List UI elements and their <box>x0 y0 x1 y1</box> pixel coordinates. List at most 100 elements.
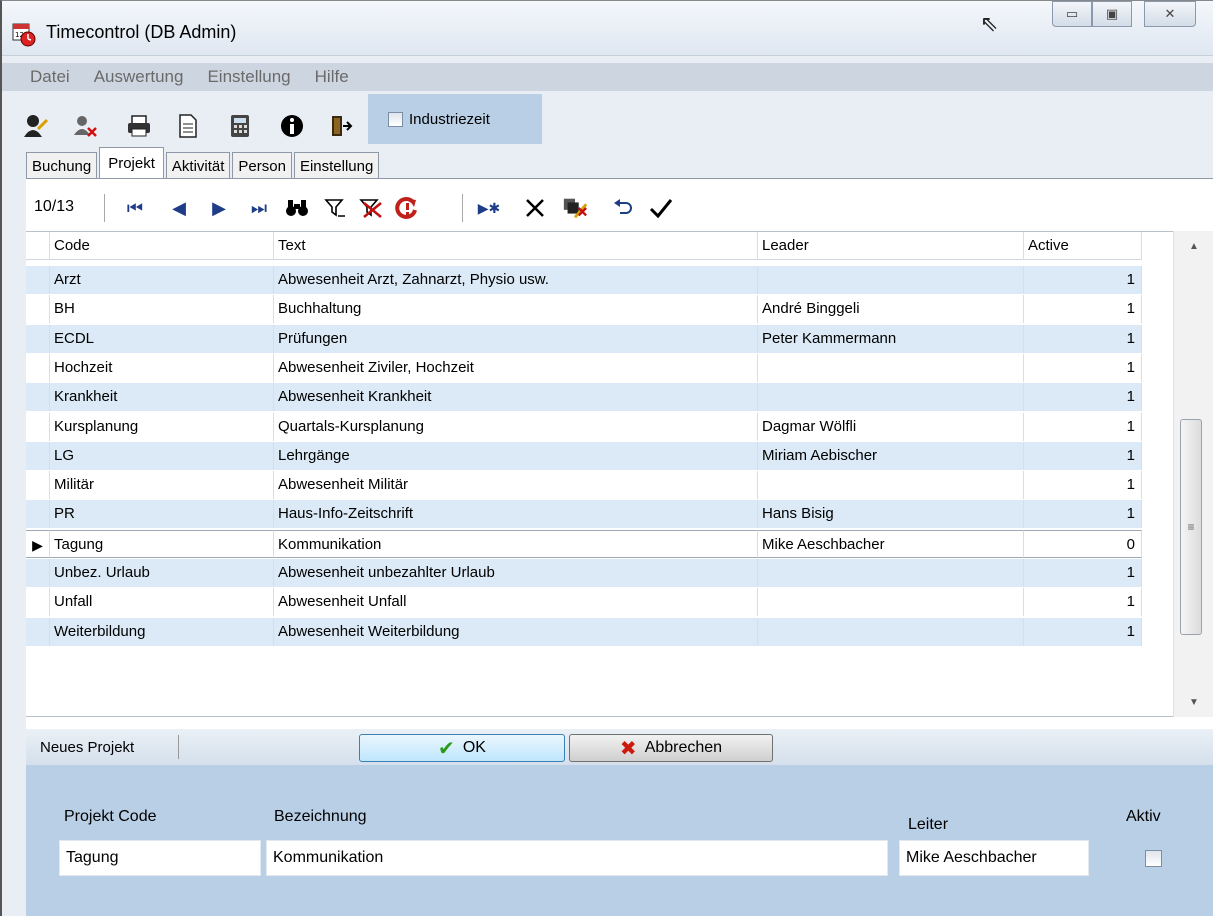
cell-code[interactable]: Weiterbildung <box>50 617 274 646</box>
bezeichnung-field[interactable]: Kommunikation <box>266 840 888 876</box>
row-selector[interactable] <box>26 266 50 294</box>
table-row[interactable]: Krankheit Abwesenheit Krankheit 1 <box>26 383 1142 412</box>
leiter-field[interactable]: Mike Aeschbacher <box>899 840 1089 876</box>
cell-leader[interactable]: Peter Kammermann <box>758 324 1024 353</box>
cell-leader[interactable]: André Binggeli <box>758 295 1024 324</box>
row-selector[interactable] <box>26 295 50 324</box>
cell-leader[interactable] <box>758 471 1024 500</box>
cell-text[interactable]: Kommunikation <box>274 529 758 558</box>
tab-einstellung[interactable]: Einstellung <box>293 152 380 179</box>
table-row[interactable]: Weiterbildung Abwesenheit Weiterbildung 1 <box>26 617 1142 646</box>
user-edit-icon[interactable] <box>22 113 48 139</box>
find-icon[interactable] <box>284 194 310 222</box>
tab-projekt[interactable]: Projekt <box>99 147 164 179</box>
document-icon[interactable] <box>175 113 201 139</box>
column-header-code[interactable]: Code <box>50 232 274 260</box>
table-row[interactable]: BH Buchhaltung André Binggeli 1 <box>26 295 1142 324</box>
row-selector[interactable] <box>26 617 50 646</box>
new-record-icon[interactable]: ▶✱ <box>476 194 502 222</box>
refresh-icon[interactable] <box>394 194 420 222</box>
cell-active[interactable]: 1 <box>1024 324 1142 353</box>
cell-active[interactable]: 1 <box>1024 295 1142 324</box>
cell-active[interactable]: 1 <box>1024 412 1142 441</box>
cell-leader[interactable]: Dagmar Wölfli <box>758 412 1024 441</box>
aktiv-checkbox[interactable] <box>1145 850 1162 867</box>
cell-code[interactable]: Unbez. Urlaub <box>50 559 274 587</box>
cell-text[interactable]: Haus-Info-Zeitschrift <box>274 500 758 529</box>
menu-einstellung[interactable]: Einstellung <box>207 67 290 87</box>
row-selector[interactable] <box>26 500 50 529</box>
cell-active[interactable]: 1 <box>1024 617 1142 646</box>
cell-text[interactable]: Quartals-Kursplanung <box>274 412 758 441</box>
maximize-button[interactable]: ▣ <box>1092 1 1132 27</box>
user-delete-icon[interactable] <box>72 113 98 139</box>
edit-fields-icon[interactable] <box>562 194 588 222</box>
printer-icon[interactable] <box>126 113 152 139</box>
ok-button[interactable]: ✔ OK <box>359 734 565 762</box>
cell-active[interactable]: 1 <box>1024 559 1142 587</box>
menu-hilfe[interactable]: Hilfe <box>315 67 349 87</box>
cell-active[interactable]: 1 <box>1024 471 1142 500</box>
cell-code[interactable]: LG <box>50 441 274 470</box>
row-selector[interactable] <box>26 559 50 587</box>
cell-code[interactable]: Kursplanung <box>50 412 274 441</box>
cell-active[interactable]: 1 <box>1024 353 1142 382</box>
tab-person[interactable]: Person <box>232 152 292 179</box>
industriezeit-toggle[interactable]: Industriezeit <box>368 94 542 144</box>
column-header-text[interactable]: Text <box>274 232 758 260</box>
cell-leader[interactable]: Miriam Aebischer <box>758 441 1024 470</box>
cell-leader[interactable] <box>758 588 1024 617</box>
filter-icon[interactable] <box>322 194 348 222</box>
table-row[interactable]: ▶ Tagung Kommunikation Mike Aeschbacher 0 <box>26 529 1142 558</box>
table-row[interactable]: Unbez. Urlaub Abwesenheit unbezahlter Url… <box>26 559 1142 587</box>
exit-door-icon[interactable] <box>328 113 354 139</box>
cell-code[interactable]: Arzt <box>50 266 274 294</box>
cell-active[interactable]: 1 <box>1024 441 1142 470</box>
save-check-icon[interactable] <box>648 194 674 222</box>
previous-record-icon[interactable]: ◀ <box>166 194 192 222</box>
grid-vertical-scrollbar[interactable]: ▲ ≡ ▼ <box>1173 231 1213 717</box>
cell-code[interactable]: Krankheit <box>50 383 274 412</box>
cell-text[interactable]: Abwesenheit Ziviler, Hochzeit <box>274 353 758 382</box>
close-button[interactable]: ✕ <box>1144 1 1196 27</box>
cell-text[interactable]: Prüfungen <box>274 324 758 353</box>
row-selector[interactable] <box>26 588 50 617</box>
column-header-active[interactable]: Active <box>1024 232 1142 260</box>
row-selector[interactable] <box>26 471 50 500</box>
cell-text[interactable]: Abwesenheit Unfall <box>274 588 758 617</box>
tab-buchung[interactable]: Buchung <box>26 152 98 179</box>
cell-text[interactable]: Abwesenheit Arzt, Zahnarzt, Physio usw. <box>274 266 758 294</box>
clear-filter-icon[interactable] <box>358 194 384 222</box>
table-row[interactable]: Arzt Abwesenheit Arzt, Zahnarzt, Physio u… <box>26 266 1142 294</box>
next-record-icon[interactable]: ▶ <box>206 194 232 222</box>
table-row[interactable]: Militär Abwesenheit Militär 1 <box>26 471 1142 500</box>
row-selector[interactable] <box>26 353 50 382</box>
menu-datei[interactable]: Datei <box>30 67 70 87</box>
projekt-code-field[interactable]: Tagung <box>59 840 261 876</box>
cell-code[interactable]: PR <box>50 500 274 529</box>
cell-code[interactable]: Unfall <box>50 588 274 617</box>
cell-text[interactable]: Abwesenheit Weiterbildung <box>274 617 758 646</box>
delete-record-icon[interactable] <box>522 194 548 222</box>
cell-text[interactable]: Abwesenheit Krankheit <box>274 383 758 412</box>
undo-icon[interactable] <box>610 194 636 222</box>
row-selector[interactable] <box>26 412 50 441</box>
cell-leader[interactable] <box>758 353 1024 382</box>
row-selector[interactable]: ▶ <box>26 529 50 558</box>
cell-active[interactable]: 1 <box>1024 500 1142 529</box>
cell-active[interactable]: 0 <box>1024 529 1142 558</box>
industriezeit-checkbox[interactable] <box>388 111 403 127</box>
minimize-button[interactable]: ▭ <box>1052 1 1092 27</box>
table-row[interactable]: Unfall Abwesenheit Unfall 1 <box>26 588 1142 617</box>
cell-code[interactable]: Tagung <box>50 529 274 558</box>
row-selector[interactable] <box>26 441 50 470</box>
cell-leader[interactable] <box>758 559 1024 587</box>
cell-leader[interactable] <box>758 617 1024 646</box>
table-row[interactable]: Hochzeit Abwesenheit Ziviler, Hochzeit 1 <box>26 353 1142 382</box>
cell-active[interactable]: 1 <box>1024 266 1142 294</box>
cell-text[interactable]: Abwesenheit Militär <box>274 471 758 500</box>
table-row[interactable]: LG Lehrgänge Miriam Aebischer 1 <box>26 441 1142 470</box>
cell-text[interactable]: Abwesenheit unbezahlter Urlaub <box>274 559 758 587</box>
abbrechen-button[interactable]: ✖ Abbrechen <box>569 734 773 762</box>
info-icon[interactable] <box>279 113 305 139</box>
